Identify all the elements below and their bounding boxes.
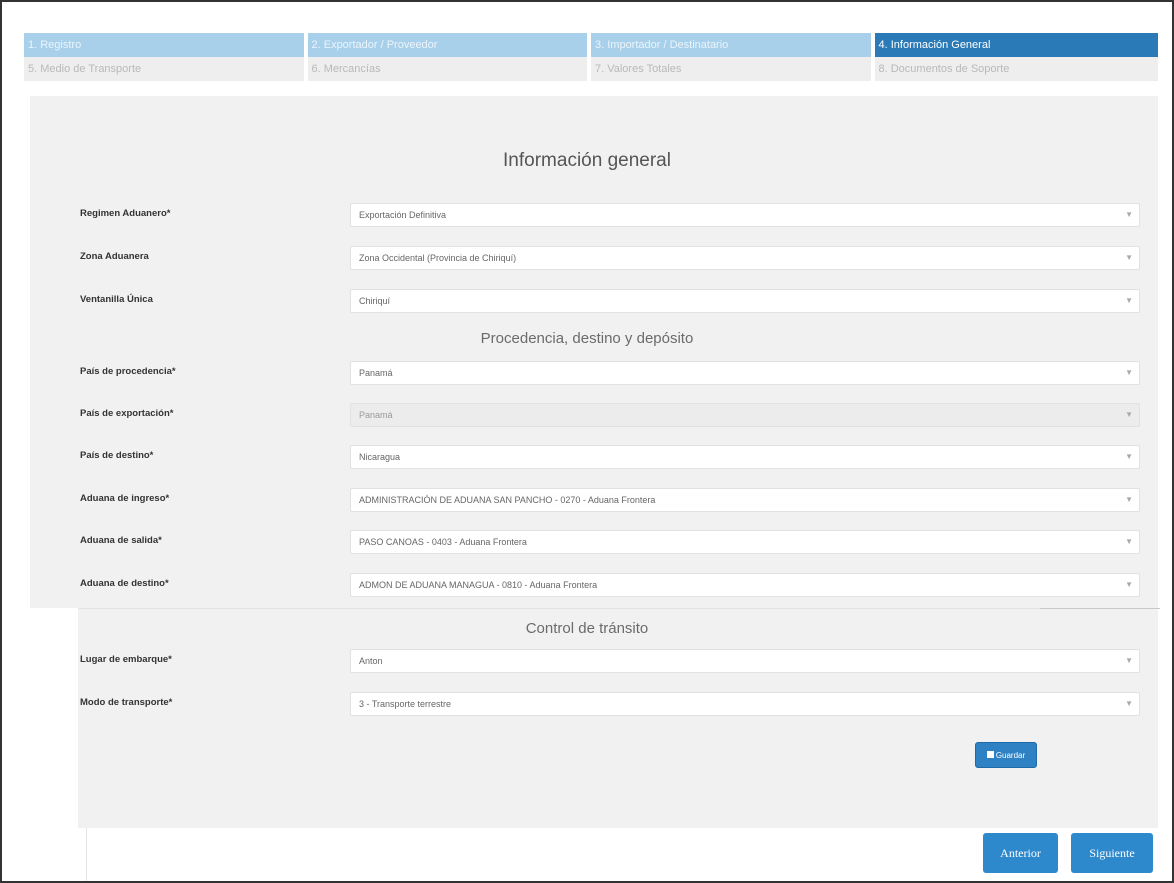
window-frame-left xyxy=(0,0,2,883)
transit-control-panel xyxy=(78,608,1158,828)
label-aduana-ingreso: Aduana de ingreso* xyxy=(80,493,170,504)
chevron-down-icon: ▼ xyxy=(1125,699,1133,708)
select-modo-transporte[interactable]: 3 - Transporte terrestre ▼ xyxy=(350,692,1140,716)
chevron-down-icon: ▼ xyxy=(1125,253,1133,262)
section-title-general: Información general xyxy=(503,150,671,171)
save-button[interactable]: Guardar xyxy=(975,742,1037,768)
step-tab-exportador[interactable]: 2. Exportador / Proveedor xyxy=(307,33,591,57)
step-tab-mercancias[interactable]: 6. Mercancías xyxy=(307,57,591,81)
wizard-steps: 1. Registro 2. Exportador / Proveedor 3.… xyxy=(24,33,1158,81)
chevron-down-icon: ▼ xyxy=(1125,580,1133,589)
select-zona[interactable]: Zona Occidental (Provincia de Chiriquí) ▼ xyxy=(350,246,1140,270)
label-pais-procedencia: País de procedencia* xyxy=(80,366,176,377)
step-tab-medio-transporte[interactable]: 5. Medio de Transporte xyxy=(24,57,308,81)
chevron-down-icon: ▼ xyxy=(1125,296,1133,305)
select-aduana-destino[interactable]: ADMON DE ADUANA MANAGUA - 0810 - Aduana … xyxy=(350,573,1140,597)
footer-divider xyxy=(86,828,87,881)
chevron-down-icon: ▼ xyxy=(1125,410,1133,419)
label-ventanilla: Ventanilla Única xyxy=(80,294,153,305)
step-tab-importador[interactable]: 3. Importador / Destinatario xyxy=(591,33,875,57)
floppy-disk-icon xyxy=(986,751,994,759)
select-aduana-ingreso[interactable]: ADMINISTRACIÓN DE ADUANA SAN PANCHO - 02… xyxy=(350,488,1140,512)
chevron-down-icon: ▼ xyxy=(1125,656,1133,665)
chevron-down-icon: ▼ xyxy=(1125,537,1133,546)
label-lugar-embarque: Lugar de embarque* xyxy=(80,654,172,665)
chevron-down-icon: ▼ xyxy=(1125,495,1133,504)
select-pais-procedencia[interactable]: Panamá ▼ xyxy=(350,361,1140,385)
select-lugar-embarque[interactable]: Anton ▼ xyxy=(350,649,1140,673)
label-zona: Zona Aduanera xyxy=(80,251,149,262)
step-tab-informacion-general[interactable]: 4. Información General xyxy=(874,33,1158,57)
section-title-procedencia: Procedencia, destino y depósito xyxy=(480,330,694,347)
step-tab-documentos-soporte[interactable]: 8. Documentos de Soporte xyxy=(874,57,1158,81)
label-modo-transporte: Modo de transporte* xyxy=(80,697,173,708)
step-tab-valores-totales[interactable]: 7. Valores Totales xyxy=(591,57,875,81)
next-button[interactable]: Siguiente xyxy=(1071,833,1153,873)
panel-divider xyxy=(1040,608,1160,609)
chevron-down-icon: ▼ xyxy=(1125,210,1133,219)
wizard-steps-row-top: 1. Registro 2. Exportador / Proveedor 3.… xyxy=(24,33,1158,57)
section-title-control: Control de tránsito xyxy=(525,620,649,637)
select-regimen[interactable]: Exportación Definitiva ▼ xyxy=(350,203,1140,227)
select-ventanilla[interactable]: Chiriquí ▼ xyxy=(350,289,1140,313)
select-pais-exportacion: Panamá ▼ xyxy=(350,403,1140,427)
label-aduana-destino: Aduana de destino* xyxy=(80,578,169,589)
chevron-down-icon: ▼ xyxy=(1125,368,1133,377)
wizard-steps-row-bottom: 5. Medio de Transporte 6. Mercancías 7. … xyxy=(24,57,1158,81)
chevron-down-icon: ▼ xyxy=(1125,452,1133,461)
window-frame-top xyxy=(0,0,1174,2)
label-pais-destino: País de destino* xyxy=(80,450,154,461)
label-pais-exportacion: País de exportación* xyxy=(80,408,174,419)
previous-button[interactable]: Anterior xyxy=(983,833,1058,873)
select-pais-destino[interactable]: Nicaragua ▼ xyxy=(350,445,1140,469)
label-aduana-salida: Aduana de salida* xyxy=(80,535,162,546)
step-tab-registro[interactable]: 1. Registro xyxy=(24,33,308,57)
select-aduana-salida[interactable]: PASO CANOAS - 0403 - Aduana Frontera ▼ xyxy=(350,530,1140,554)
label-regimen: Regimen Aduanero* xyxy=(80,208,171,219)
